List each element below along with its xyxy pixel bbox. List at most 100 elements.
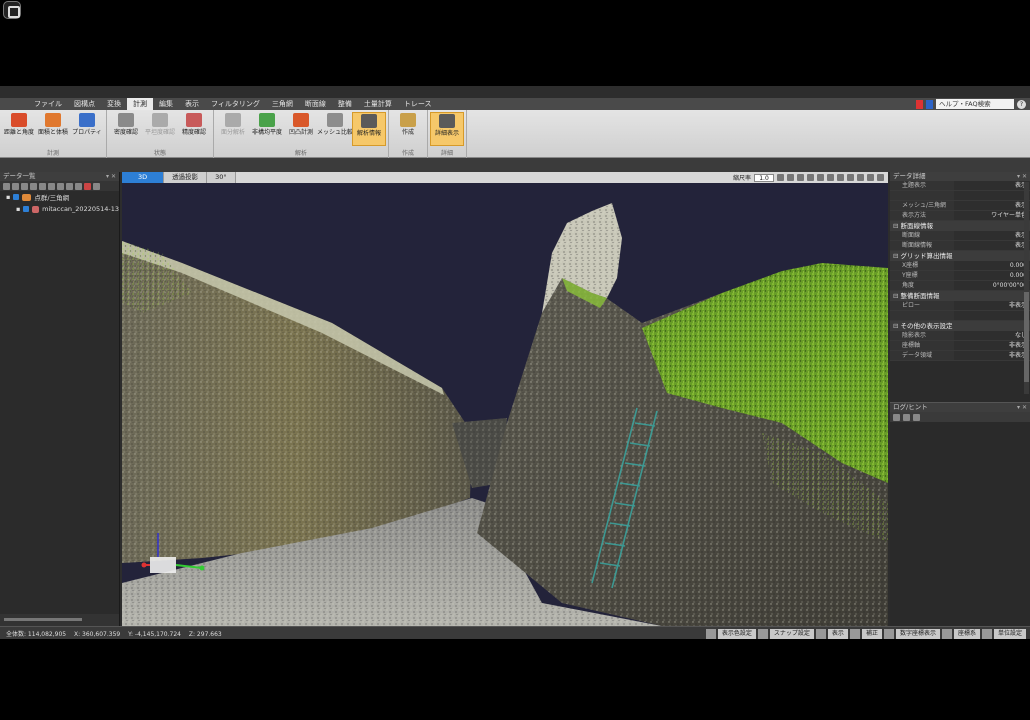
- menu-tab[interactable]: フィルタリング: [205, 98, 266, 110]
- clear-icon[interactable]: [893, 413, 900, 421]
- pin-icon[interactable]: ▾ ✕: [106, 172, 116, 181]
- menu-tab[interactable]: 断面線: [299, 98, 332, 110]
- status-button[interactable]: 補正: [861, 628, 882, 639]
- property-row[interactable]: 断面線 表示: [890, 231, 1030, 241]
- property-row[interactable]: Y座標 0.000: [890, 271, 1030, 281]
- property-value[interactable]: 非表示: [954, 351, 1030, 360]
- pin-icon[interactable]: ▾ ✕: [1017, 172, 1027, 181]
- property-scrollbar[interactable]: [1024, 182, 1029, 394]
- status-button[interactable]: 表示: [827, 628, 848, 639]
- property-section[interactable]: グリッド算出情報: [890, 251, 1030, 261]
- app-logo-icon[interactable]: [3, 1, 21, 19]
- notification-flag-icon[interactable]: [916, 99, 923, 109]
- menu-tab[interactable]: 計測: [127, 98, 153, 110]
- ribbon-button[interactable]: 詳細表示: [430, 112, 464, 146]
- viewport-tab[interactable]: 30°: [207, 172, 236, 183]
- pin-icon[interactable]: ▾ ✕: [1017, 403, 1027, 412]
- ribbon-button[interactable]: 距離と角度: [2, 112, 36, 146]
- visibility-checkbox[interactable]: [23, 206, 29, 212]
- up-icon[interactable]: [48, 182, 55, 190]
- 3d-viewport[interactable]: 3D 透過投影 30° 縮尺率 1.0: [122, 172, 888, 626]
- property-row[interactable]: 座標軸 非表示: [890, 341, 1030, 351]
- property-value[interactable]: 0.000: [954, 261, 1030, 270]
- search-icon[interactable]: [75, 182, 82, 190]
- ribbon-button[interactable]: 精度確認: [177, 112, 211, 146]
- ribbon-button[interactable]: 平坦度確認: [143, 112, 177, 146]
- zoom-icon[interactable]: [817, 174, 824, 181]
- ribbon-button[interactable]: 非構均平度: [250, 112, 284, 146]
- property-value[interactable]: 0.000: [954, 271, 1030, 280]
- property-row[interactable]: 断面線情報 表示: [890, 241, 1030, 251]
- settings-icon[interactable]: [66, 182, 73, 190]
- status-button[interactable]: 数字座標表示: [895, 628, 940, 639]
- tree-item[interactable]: ▪ 点群/三角網: [0, 191, 119, 203]
- scrollbar-thumb[interactable]: [1024, 292, 1029, 382]
- property-value[interactable]: 表示: [954, 241, 1030, 250]
- property-value[interactable]: 表示: [954, 201, 1030, 210]
- viewport-tab[interactable]: 透過投影: [164, 172, 208, 183]
- menu-tab[interactable]: 表示: [179, 98, 205, 110]
- property-row[interactable]: 主題表示 表示: [890, 181, 1030, 191]
- property-row[interactable]: ピロー 非表示: [890, 301, 1030, 311]
- property-value[interactable]: 表示: [954, 181, 1030, 190]
- copy-icon[interactable]: [903, 413, 910, 421]
- pan-icon[interactable]: [807, 174, 814, 181]
- ribbon-button[interactable]: メッシュ比較: [317, 112, 353, 146]
- property-value[interactable]: なし: [954, 331, 1030, 340]
- visibility-checkbox[interactable]: [13, 194, 20, 200]
- property-row[interactable]: 角度 0°00'00"00: [890, 281, 1030, 291]
- iso-view-icon[interactable]: [857, 174, 864, 181]
- filter-icon[interactable]: [913, 413, 920, 421]
- open-icon[interactable]: [12, 182, 19, 190]
- help-icon[interactable]: ?: [1017, 99, 1026, 109]
- property-row[interactable]: 陰影表示 なし: [890, 331, 1030, 341]
- rotate-icon[interactable]: [797, 174, 804, 181]
- top-view-icon[interactable]: [827, 174, 834, 181]
- ribbon-button[interactable]: 面積と体積: [36, 112, 70, 146]
- ribbon-button[interactable]: 解析情報: [352, 112, 386, 146]
- property-row[interactable]: [890, 191, 1030, 201]
- status-button[interactable]: 表示色設定: [717, 628, 756, 639]
- ribbon-button[interactable]: 作成: [391, 112, 425, 146]
- expand-icon[interactable]: ▪: [6, 193, 10, 201]
- viewport-tab[interactable]: 3D: [122, 172, 165, 183]
- delete-icon[interactable]: [84, 182, 91, 190]
- property-value[interactable]: [954, 311, 1030, 320]
- property-row[interactable]: [890, 311, 1030, 321]
- property-row[interactable]: X座標 0.000: [890, 261, 1030, 271]
- property-row[interactable]: 表示方法 ワイヤー単色: [890, 211, 1030, 221]
- ribbon-button[interactable]: 密度確認: [109, 112, 143, 146]
- tree-item[interactable]: ▪ mitaccan_20220514-13: [0, 203, 119, 215]
- fit-icon[interactable]: [787, 174, 794, 181]
- new-icon[interactable]: [3, 182, 10, 190]
- front-view-icon[interactable]: [837, 174, 844, 181]
- horizontal-scrollbar[interactable]: [4, 618, 82, 621]
- property-row[interactable]: データ領域 非表示: [890, 351, 1030, 361]
- property-value[interactable]: ワイヤー単色: [954, 211, 1030, 220]
- ribbon-button[interactable]: プロパティ: [70, 112, 104, 146]
- property-value[interactable]: 表示: [954, 231, 1030, 240]
- property-value[interactable]: 非表示: [954, 341, 1030, 350]
- menu-tab[interactable]: 整備: [332, 98, 358, 110]
- zoom-input[interactable]: 1.0: [754, 173, 774, 182]
- status-button[interactable]: 単位設定: [993, 628, 1026, 639]
- property-row[interactable]: メッシュ/三角網 表示: [890, 201, 1030, 211]
- help-search-input[interactable]: ヘルプ・FAQ検索: [936, 99, 1014, 109]
- property-value[interactable]: 非表示: [954, 301, 1030, 310]
- copy-icon[interactable]: [30, 182, 37, 190]
- light-icon[interactable]: [867, 174, 874, 181]
- property-value[interactable]: 0°00'00"00: [954, 281, 1030, 290]
- property-section[interactable]: 整備断面情報: [890, 291, 1030, 301]
- property-section[interactable]: 断面線情報: [890, 221, 1030, 231]
- menu-tab[interactable]: 図構点: [68, 98, 101, 110]
- status-button[interactable]: スナップ設定: [769, 628, 814, 639]
- menu-tab[interactable]: 編集: [153, 98, 179, 110]
- ribbon-button[interactable]: 凹凸計測: [284, 112, 318, 146]
- property-section[interactable]: その他の表示設定: [890, 321, 1030, 331]
- home-icon[interactable]: [777, 174, 784, 181]
- menu-tab[interactable]: 三角網: [266, 98, 299, 110]
- status-button[interactable]: 座標系: [953, 628, 980, 639]
- expand-icon[interactable]: ▪: [16, 205, 20, 213]
- down-icon[interactable]: [57, 182, 64, 190]
- menu-tab[interactable]: トレース: [398, 98, 438, 110]
